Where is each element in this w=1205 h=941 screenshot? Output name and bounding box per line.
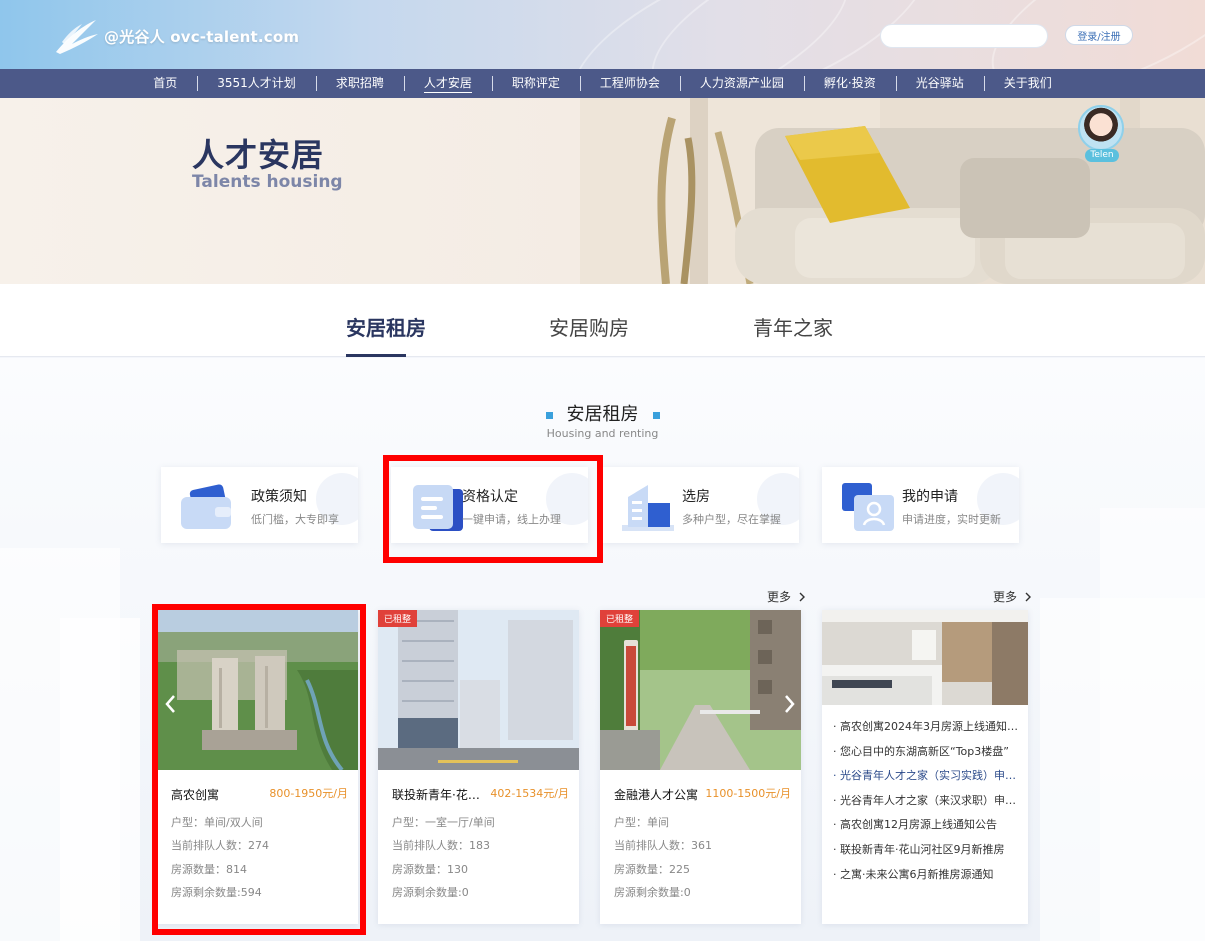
section-subheading: Housing and renting <box>546 427 659 440</box>
service-desc: 一键申请，线上办理 <box>462 513 561 526</box>
heading-dot <box>545 411 553 419</box>
nav-item-engineer-association[interactable]: 工程师协会 <box>579 69 680 98</box>
login-register-button[interactable]: 登录/注册 <box>1065 25 1133 45</box>
status-badge: 已租整 <box>600 610 640 627</box>
news-item[interactable]: · 之寓·未来公寓6月新推房源通知 <box>833 867 1023 892</box>
assistant-name-label[interactable]: Telen <box>1085 149 1119 162</box>
nav-item-home[interactable]: 首页 <box>133 69 197 98</box>
listing-name: 联投新青年·花… <box>392 788 480 802</box>
service-choose-room[interactable]: 选房 多种户型，尽在掌握 <box>602 467 799 543</box>
listing-photo <box>378 610 579 770</box>
wallet-icon <box>181 484 231 529</box>
nav-item-optics-station[interactable]: 光谷驿站 <box>895 69 984 98</box>
listing-price: 1100-1500元/月 <box>705 787 791 800</box>
nav-item-incubation-investment[interactable]: 孵化·投资 <box>803 69 896 98</box>
main-nav: 首页 3551人才计划 求职招聘 人才安居 职称评定 工程师协会 人力资源产业园… <box>0 69 1205 98</box>
news-item[interactable]: · 高农创寓12月房源上线通知公告 <box>833 817 1023 842</box>
page-subtitle: Talents housing <box>192 172 343 192</box>
listing-price: 800-1950元/月 <box>269 787 348 800</box>
decor-building <box>60 618 140 941</box>
carousel-next-button[interactable] <box>778 684 802 724</box>
tab-youth-home[interactable]: 青年之家 <box>753 312 833 341</box>
nav-item-talent-housing[interactable]: 人才安居 <box>403 69 492 98</box>
listing-name: 高农创寓 <box>171 788 220 802</box>
news-list: · 高农创寓2024年3月房源上线通知… · 您心目中的东湖高新区“Top3楼盘… <box>833 719 1023 891</box>
nav-item-title-evaluation[interactable]: 职称评定 <box>491 69 580 98</box>
heading-dot <box>652 411 660 419</box>
listing-room-type: 户型：单间 <box>614 816 669 829</box>
chevron-right-icon <box>785 695 795 713</box>
housing-tabs: 安居租房 安居购房 青年之家 <box>0 284 1205 357</box>
service-title: 资格认定 <box>462 489 518 505</box>
chevron-right-icon <box>1025 592 1031 602</box>
service-desc: 低门槛，大专即享 <box>251 513 339 526</box>
listing-room-type: 户型：一室一厅/单间 <box>392 816 495 829</box>
page-title: 人才安居 <box>192 136 325 174</box>
assistant-avatar[interactable] <box>1078 105 1124 151</box>
listings-more-link[interactable]: 更多 <box>767 588 806 605</box>
tab-purchase-housing[interactable]: 安居购房 <box>549 312 629 341</box>
logo-bird-icon <box>56 20 98 54</box>
news-item[interactable]: · 光谷青年人才之家（来汉求职）申… <box>833 793 1023 818</box>
listing-price: 402-1534元/月 <box>490 787 569 800</box>
service-desc: 多种户型，尽在掌握 <box>682 513 781 526</box>
listing-room-count: 房源数量：130 <box>392 863 468 876</box>
decor-building <box>1100 508 1205 941</box>
listing-queue-count: 当前排队人数：274 <box>171 839 269 852</box>
listing-remaining-count: 房源剩余数量:0 <box>614 886 691 899</box>
news-photo <box>822 610 1028 705</box>
chevron-left-icon <box>165 695 175 713</box>
news-item[interactable]: · 您心目中的东湖高新区“Top3楼盘” <box>833 744 1023 769</box>
carousel-prev-button[interactable] <box>158 684 182 724</box>
listing-card-jinronggang[interactable]: 已租整 金融港人才公寓 1100-1500元/月 户型：单间 当前排队人数：36… <box>600 610 801 924</box>
site-logo[interactable]: @光谷人 ovc-talent.com <box>52 14 299 58</box>
listing-name: 金融港人才公寓 <box>614 788 699 802</box>
service-my-application[interactable]: 我的申请 申请进度，实时更新 <box>822 467 1019 543</box>
service-desc: 申请进度，实时更新 <box>902 513 1001 526</box>
nav-item-about-us[interactable]: 关于我们 <box>983 69 1072 98</box>
top-header: @光谷人 ovc-talent.com 登录/注册 <box>0 0 1205 69</box>
news-item[interactable]: · 高农创寓2024年3月房源上线通知… <box>833 719 1023 744</box>
user-application-icon <box>842 483 894 531</box>
news-item[interactable]: · 联投新青年·花山河社区9月新推房 <box>833 842 1023 867</box>
listing-card-liantou[interactable]: 已租整 联投新青年·花… 402-1534元/月 户型：一室一厅/单间 当前排队… <box>378 610 579 924</box>
news-item[interactable]: · 光谷青年人才之家（实习实践）申… <box>833 768 1023 793</box>
service-title: 选房 <box>682 489 710 505</box>
logo-text: @光谷人 ovc-talent.com <box>104 27 300 46</box>
listing-room-type: 户型：单间/双人间 <box>171 816 263 829</box>
building-icon <box>622 485 674 531</box>
status-badge: 已租整 <box>378 610 418 627</box>
listing-room-count: 房源数量：225 <box>614 863 690 876</box>
nav-item-3551-talent-plan[interactable]: 3551人才计划 <box>197 69 316 98</box>
section-heading: 安居租房 <box>0 400 1205 426</box>
listing-room-count: 房源数量：814 <box>171 863 247 876</box>
news-card: · 高农创寓2024年3月房源上线通知… · 您心目中的东湖高新区“Top3楼盘… <box>822 610 1028 924</box>
listing-remaining-count: 房源剩余数量:0 <box>392 886 469 899</box>
service-title: 政策须知 <box>251 489 307 505</box>
listing-card-gaonong[interactable]: 高农创寓 800-1950元/月 户型：单间/双人间 当前排队人数：274 房源… <box>157 610 358 924</box>
chevron-right-icon <box>799 592 805 602</box>
service-qualification[interactable]: 资格认定 一键申请，线上办理 <box>391 467 588 543</box>
document-icon <box>413 485 463 531</box>
search-input[interactable] <box>891 29 1041 43</box>
nav-item-jobs[interactable]: 求职招聘 <box>315 69 404 98</box>
listing-remaining-count: 房源剩余数量:594 <box>171 886 262 899</box>
service-title: 我的申请 <box>902 489 958 505</box>
news-more-link[interactable]: 更多 <box>993 588 1032 605</box>
tab-rental-housing[interactable]: 安居租房 <box>346 312 426 341</box>
service-policy[interactable]: 政策须知 低门槛，大专即享 <box>161 467 358 543</box>
listing-queue-count: 当前排队人数：183 <box>392 839 490 852</box>
search-box[interactable] <box>880 24 1048 48</box>
listing-photo <box>157 610 358 770</box>
active-tab-indicator <box>346 354 406 357</box>
nav-item-hr-park[interactable]: 人力资源产业园 <box>679 69 804 98</box>
listing-queue-count: 当前排队人数：361 <box>614 839 712 852</box>
hero-banner: 人才安居 Talents housing <box>0 98 1205 284</box>
listing-photo <box>600 610 801 770</box>
